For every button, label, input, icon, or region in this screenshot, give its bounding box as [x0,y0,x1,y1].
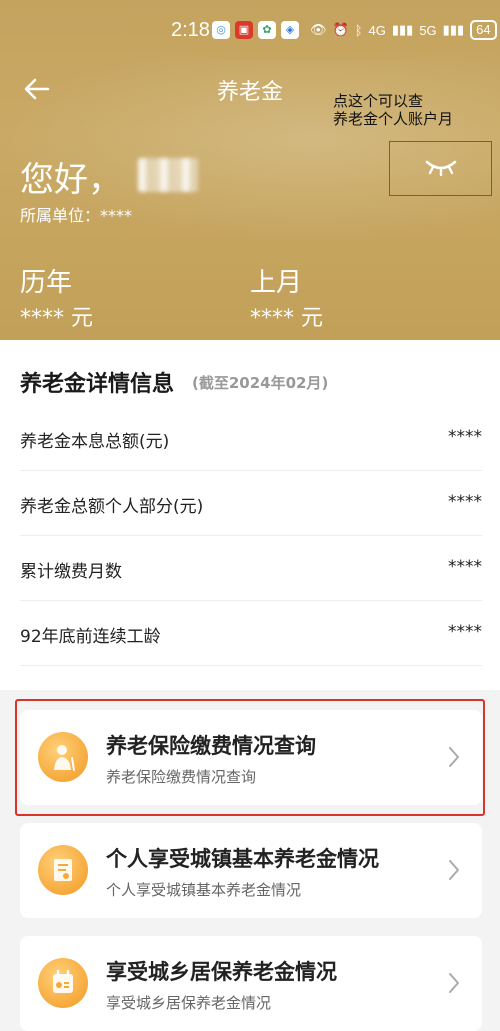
detail-row-seniority: 92年底前连续工龄 **** [20,601,482,666]
card-subtitle: 个人享受城镇基本养老金情况 [106,881,302,899]
pension-document-icon [38,845,88,895]
card-subtitle: 养老保险缴费情况查询 [106,768,257,786]
status-bar: 2:18 ◎ ▣ ✿ ◈ 👁 ⏰ ᛒ 4G ▮▮▮ 5G ▮▮▮ 64 ⚡ [0,0,500,60]
chevron-right-icon [449,747,459,767]
signal-5g-label: 5G [419,22,437,38]
battery-icon: 64 [470,20,497,40]
detail-value: **** [448,622,482,642]
closed-eye-icon [425,160,457,177]
calendar-card-icon [38,958,88,1008]
annotation-note: 点这个可以查 养老金个人账户月 [333,92,453,128]
elderly-person-icon [38,732,88,782]
chevron-right-icon [449,860,459,880]
bluetooth-icon: ᛒ [354,22,363,38]
greeting-text: 您好， [20,160,122,200]
detail-value: **** [448,427,482,447]
stat-value-last-month: **** 元 [250,306,323,331]
detail-value: **** [448,492,482,512]
detail-label: 92年底前连续工龄 [20,627,161,647]
leaf-app-icon: ✿ [258,21,276,39]
card-rural-pension[interactable]: 享受城乡居保养老金情况 享受城乡居保养老金情况 [20,936,482,1031]
details-subtitle: (截至2024年02月) [192,374,329,392]
card-title: 享受城乡居保养老金情况 [106,960,337,984]
signal-4g-label: 4G [368,22,386,38]
stat-label-history: 历年 [20,268,73,298]
detail-row-months: 累计缴费月数 **** [20,536,482,601]
news-app-icon: ▣ [235,21,253,39]
card-title: 个人享受城镇基本养老金情况 [106,847,379,871]
annotation-line-1: 点这个可以查 [333,92,424,110]
detail-value: **** [448,557,482,577]
toggle-visibility-button[interactable] [389,141,492,196]
details-title: 养老金详情信息 [20,372,175,397]
status-right-icons: 👁 ⏰ ᛒ 4G ▮▮▮ 5G ▮▮▮ 64 ⚡ [310,20,500,40]
stat-value-history: **** 元 [20,306,93,331]
blurred-name [138,158,198,192]
details-section: 养老金详情信息 (截至2024年02月) 养老金本息总额(元) **** 养老金… [0,340,500,690]
eye-status-icon: 👁 [310,22,327,37]
alarm-icon: ⏰ [332,22,349,37]
card-title: 养老保险缴费情况查询 [106,734,316,758]
stat-label-last-month: 上月 [250,268,303,298]
detail-label: 累计缴费月数 [20,562,122,582]
status-time: 2:18 [171,19,210,41]
detail-label: 养老金总额个人部分(元) [20,497,204,517]
card-contribution-query[interactable]: 养老保险缴费情况查询 养老保险缴费情况查询 [20,710,482,805]
card-subtitle: 享受城乡居保养老金情况 [106,994,272,1012]
card-urban-pension[interactable]: 个人享受城镇基本养老金情况 个人享受城镇基本养老金情况 [20,823,482,918]
detail-label: 养老金本息总额(元) [20,432,170,452]
chevron-right-icon [449,973,459,993]
detail-row-total: 养老金本息总额(元) **** [20,406,482,471]
header-banner: 2:18 ◎ ▣ ✿ ◈ 👁 ⏰ ᛒ 4G ▮▮▮ 5G ▮▮▮ 64 ⚡ 养老… [0,0,500,340]
unit-label: 所属单位：**** [20,206,133,225]
chat-app-icon: ◎ [212,21,230,39]
status-app-icons: ◎ ▣ ✿ ◈ [212,21,299,39]
signal-bars-icon-2: ▮▮▮ [442,22,465,37]
signal-bars-icon: ▮▮▮ [391,22,414,37]
annotation-line-2: 养老金个人账户月 [333,110,454,128]
bag-app-icon: ◈ [281,21,299,39]
detail-row-personal: 养老金总额个人部分(元) **** [20,471,482,536]
